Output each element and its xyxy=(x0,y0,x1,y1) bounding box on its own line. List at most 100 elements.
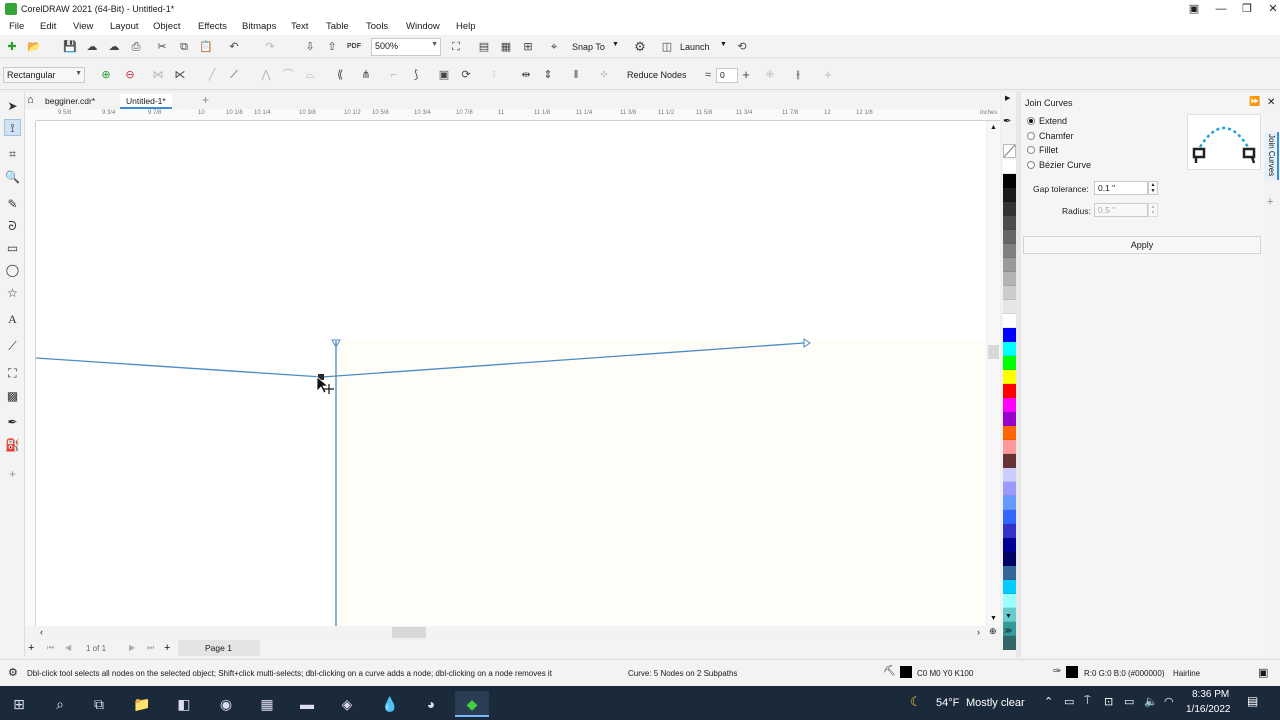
color-swatch[interactable] xyxy=(1003,314,1016,328)
snap-to-dropdown[interactable]: Snap To xyxy=(572,42,605,52)
welcome-home-icon[interactable]: ⌂ xyxy=(27,94,34,106)
artistic-media-tool-icon[interactable]: ᘐ xyxy=(4,218,21,235)
color-swatch[interactable] xyxy=(1003,496,1016,510)
vertical-scrollbar[interactable]: ▲ ▼ xyxy=(987,121,1000,626)
radius-spinner[interactable]: ▲ ▼ xyxy=(1148,203,1158,217)
eyedropper-tool-icon[interactable]: ✒ xyxy=(4,414,21,431)
new-document-icon[interactable]: ✚ xyxy=(4,39,20,55)
first-page-icon[interactable]: ⏮ xyxy=(47,643,54,653)
reflect-vertical-icon[interactable]: ⇕ xyxy=(540,67,556,83)
tray-camera-icon[interactable]: ⊡ xyxy=(1104,695,1113,708)
palette-eyedropper-icon[interactable]: ✒ xyxy=(1003,116,1011,127)
polygon-tool-icon[interactable]: ☆ xyxy=(4,285,21,302)
color-swatch[interactable] xyxy=(1003,272,1016,286)
color-swatch[interactable] xyxy=(1003,342,1016,356)
radio-button[interactable] xyxy=(1027,117,1035,125)
color-swatch[interactable] xyxy=(1003,160,1016,174)
curve-segment-left[interactable] xyxy=(35,357,323,378)
stretch-scale-nodes-icon[interactable]: ▣ xyxy=(436,67,452,83)
interactive-fill-tool-icon[interactable]: ⛽ xyxy=(4,437,21,454)
close-button[interactable]: ✕ xyxy=(1261,1,1280,17)
option-chamfer[interactable]: Chamfer xyxy=(1027,131,1074,141)
reduce-nodes-button[interactable]: Reduce Nodes xyxy=(627,70,687,80)
reflect-horizontal-icon[interactable]: ⇹ xyxy=(518,67,534,83)
color-management-icon[interactable]: ⟲ xyxy=(734,39,750,55)
cloud-download-icon[interactable]: ☁ xyxy=(106,39,122,55)
break-curve-icon[interactable]: ⋉ xyxy=(172,67,188,83)
node-options-icon[interactable]: ⫲ xyxy=(790,67,806,83)
app-icon-5[interactable]: ◈ xyxy=(330,691,364,717)
menu-edit[interactable]: Edit xyxy=(40,21,56,32)
paste-icon[interactable]: 📋 xyxy=(198,39,214,55)
app-icon-1[interactable]: ◧ xyxy=(167,691,201,717)
cut-icon[interactable]: ✂ xyxy=(154,39,170,55)
color-swatch[interactable] xyxy=(1003,538,1016,552)
color-swatch[interactable] xyxy=(1003,412,1016,426)
undo-icon[interactable]: ↶ xyxy=(226,39,242,55)
freehand-tool-icon[interactable]: ✎ xyxy=(4,196,21,213)
copy-icon[interactable]: ⧉ xyxy=(176,39,192,55)
full-screen-preview-icon[interactable]: ⛶ xyxy=(448,39,464,55)
option-fillet[interactable]: Fillet xyxy=(1027,145,1058,155)
color-swatch[interactable] xyxy=(1003,468,1016,482)
color-swatch[interactable] xyxy=(1003,580,1016,594)
minimize-button[interactable]: — xyxy=(1209,1,1233,17)
fill-bucket-icon[interactable]: ⛏ xyxy=(883,666,896,677)
smoothness-increase-icon[interactable]: + xyxy=(738,67,754,83)
menu-tools[interactable]: Tools xyxy=(366,21,388,32)
horizontal-scroll-thumb[interactable] xyxy=(392,627,426,638)
smooth-node-icon[interactable]: ⌒ xyxy=(280,67,296,83)
tray-wifi-icon[interactable]: ◠ xyxy=(1164,695,1174,708)
menu-text[interactable]: Text xyxy=(291,21,308,32)
selection-mode-dropdown[interactable]: Rectangular ▼ xyxy=(3,67,85,83)
outline-color-swatch[interactable] xyxy=(1066,666,1078,678)
transparency-tool-icon[interactable]: ▩ xyxy=(4,388,21,405)
app-icon-2[interactable]: ◉ xyxy=(209,691,243,717)
scroll-down-icon[interactable]: ▼ xyxy=(990,615,997,622)
reverse-direction-icon[interactable]: ⟪ xyxy=(332,67,348,83)
color-swatch[interactable] xyxy=(1003,300,1016,314)
color-swatch[interactable] xyxy=(1003,356,1016,370)
zoom-level-dropdown[interactable]: 500% ▼ xyxy=(371,38,441,56)
extend-curve-to-close-icon[interactable]: ⋔ xyxy=(358,67,374,83)
clock-date[interactable]: 1/16/2022 xyxy=(1186,704,1231,715)
palette-scroll-up-icon[interactable]: ▶ xyxy=(1005,94,1010,102)
menu-layout[interactable]: Layout xyxy=(110,21,139,32)
coreldraw-taskbar-icon[interactable]: ◆ xyxy=(455,691,489,717)
connector-tool-icon[interactable]: ⛶ xyxy=(4,365,21,382)
menu-view[interactable]: View xyxy=(73,21,93,32)
ellipse-tool-icon[interactable]: ◯ xyxy=(4,262,21,279)
show-grid-icon[interactable]: ▦ xyxy=(498,39,514,55)
cloud-upload-icon[interactable]: ☁ xyxy=(84,39,100,55)
chrome-icon[interactable]: ◕ xyxy=(414,691,448,717)
tray-mic-icon[interactable]: ⍑ xyxy=(1084,695,1091,708)
weather-moon-icon[interactable]: ☾ xyxy=(910,694,922,710)
menu-help[interactable]: Help xyxy=(456,21,476,32)
symmetrical-node-icon[interactable]: ⌓ xyxy=(302,67,318,83)
color-swatch[interactable] xyxy=(1003,370,1016,384)
fill-color-swatch[interactable] xyxy=(900,666,912,678)
palette-scroll-down-icon[interactable]: ▼ xyxy=(1005,613,1012,620)
menu-object[interactable]: Object xyxy=(153,21,180,32)
new-tab-plus-icon[interactable]: + xyxy=(202,93,209,107)
align-nodes-icon[interactable]: ⁝ xyxy=(486,67,502,83)
palette-expand-icon[interactable]: ≫ xyxy=(1004,626,1012,635)
import-icon[interactable]: ⇩ xyxy=(302,39,318,55)
color-swatch[interactable] xyxy=(1003,174,1016,188)
radio-button[interactable] xyxy=(1027,132,1035,140)
gap-tolerance-spinner[interactable]: ▲ ▼ xyxy=(1148,181,1158,195)
menu-effects[interactable]: Effects xyxy=(198,21,227,32)
color-swatch[interactable] xyxy=(1003,384,1016,398)
snap-to-icon[interactable]: ⌖ xyxy=(546,39,562,55)
pick-tool-icon[interactable]: ➤ xyxy=(4,98,21,115)
app-icon-droplet[interactable]: 💧 xyxy=(373,691,407,717)
color-swatch[interactable] xyxy=(1003,188,1016,202)
outline-pen-icon[interactable]: ✑ xyxy=(1053,666,1061,677)
color-swatch[interactable] xyxy=(1003,328,1016,342)
weather-temperature[interactable]: 54°F xyxy=(936,697,959,709)
add-toolbar-item-icon[interactable]: + xyxy=(820,67,836,83)
drawing-area[interactable] xyxy=(35,121,986,626)
drawing-canvas[interactable] xyxy=(35,121,986,626)
file-explorer-icon[interactable]: 📁 xyxy=(125,691,159,717)
color-swatch[interactable] xyxy=(1003,202,1016,216)
